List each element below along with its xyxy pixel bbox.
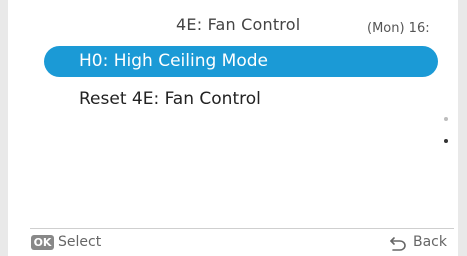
scroll-indicator-dot-active bbox=[444, 139, 448, 143]
menu-item-label: Reset 4E: Fan Control bbox=[79, 89, 261, 109]
menu-item-high-ceiling-mode[interactable]: H0: High Ceiling Mode bbox=[44, 46, 438, 77]
select-hint: Select bbox=[58, 234, 102, 250]
display-panel bbox=[8, 0, 458, 256]
back-hint: Back bbox=[413, 234, 447, 250]
menu-item-label: H0: High Ceiling Mode bbox=[79, 51, 268, 71]
page-title: 4E: Fan Control bbox=[176, 15, 301, 34]
clock-readout: (Mon) 16: bbox=[367, 21, 430, 36]
screen: 4E: Fan Control (Mon) 16: H0: High Ceili… bbox=[0, 0, 467, 256]
menu-item-reset-fan-control[interactable]: Reset 4E: Fan Control bbox=[44, 84, 438, 115]
back-arrow-icon[interactable] bbox=[389, 235, 407, 251]
ok-key-icon: OK bbox=[31, 235, 54, 250]
scroll-indicator-dot bbox=[444, 117, 448, 121]
footer-divider bbox=[30, 228, 454, 229]
